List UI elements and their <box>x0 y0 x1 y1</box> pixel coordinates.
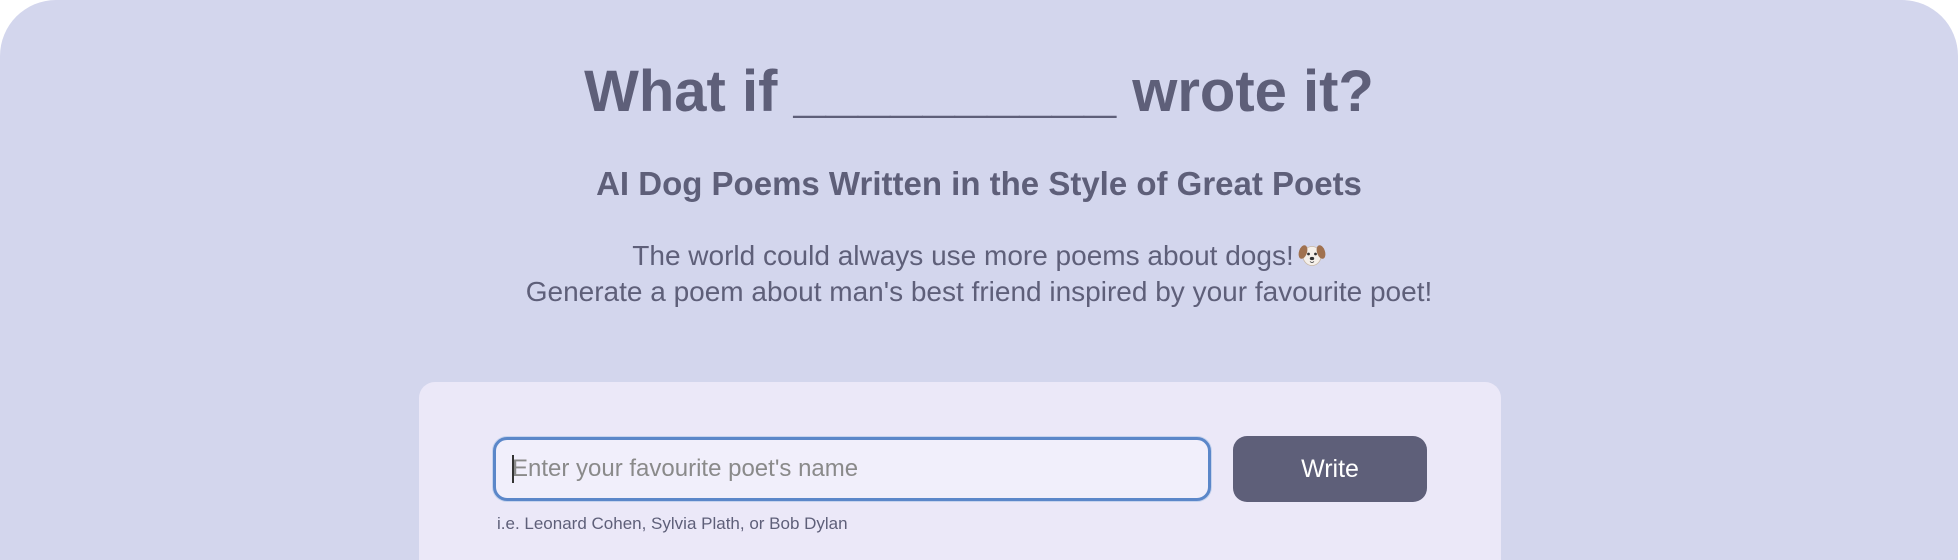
page: What if __________ wrote it? AI Dog Poem… <box>0 0 1958 560</box>
description-line-1-text: The world could always use more poems ab… <box>632 240 1294 271</box>
text-caret <box>512 455 514 483</box>
input-hint: i.e. Leonard Cohen, Sylvia Plath, or Bob… <box>497 514 848 533</box>
description-line-1: The world could always use more poems ab… <box>0 238 1958 274</box>
dog-face-icon <box>1298 245 1326 266</box>
page-title: What if __________ wrote it? <box>584 59 1374 124</box>
page-description: The world could always use more poems ab… <box>0 238 1958 310</box>
write-button[interactable]: Write <box>1233 436 1427 502</box>
page-subtitle: AI Dog Poems Written in the Style of Gre… <box>596 165 1362 202</box>
poem-form-card: Write i.e. Leonard Cohen, Sylvia Plath, … <box>419 382 1501 560</box>
poet-name-input[interactable] <box>493 437 1211 501</box>
description-line-2: Generate a poem about man's best friend … <box>525 276 1433 307</box>
